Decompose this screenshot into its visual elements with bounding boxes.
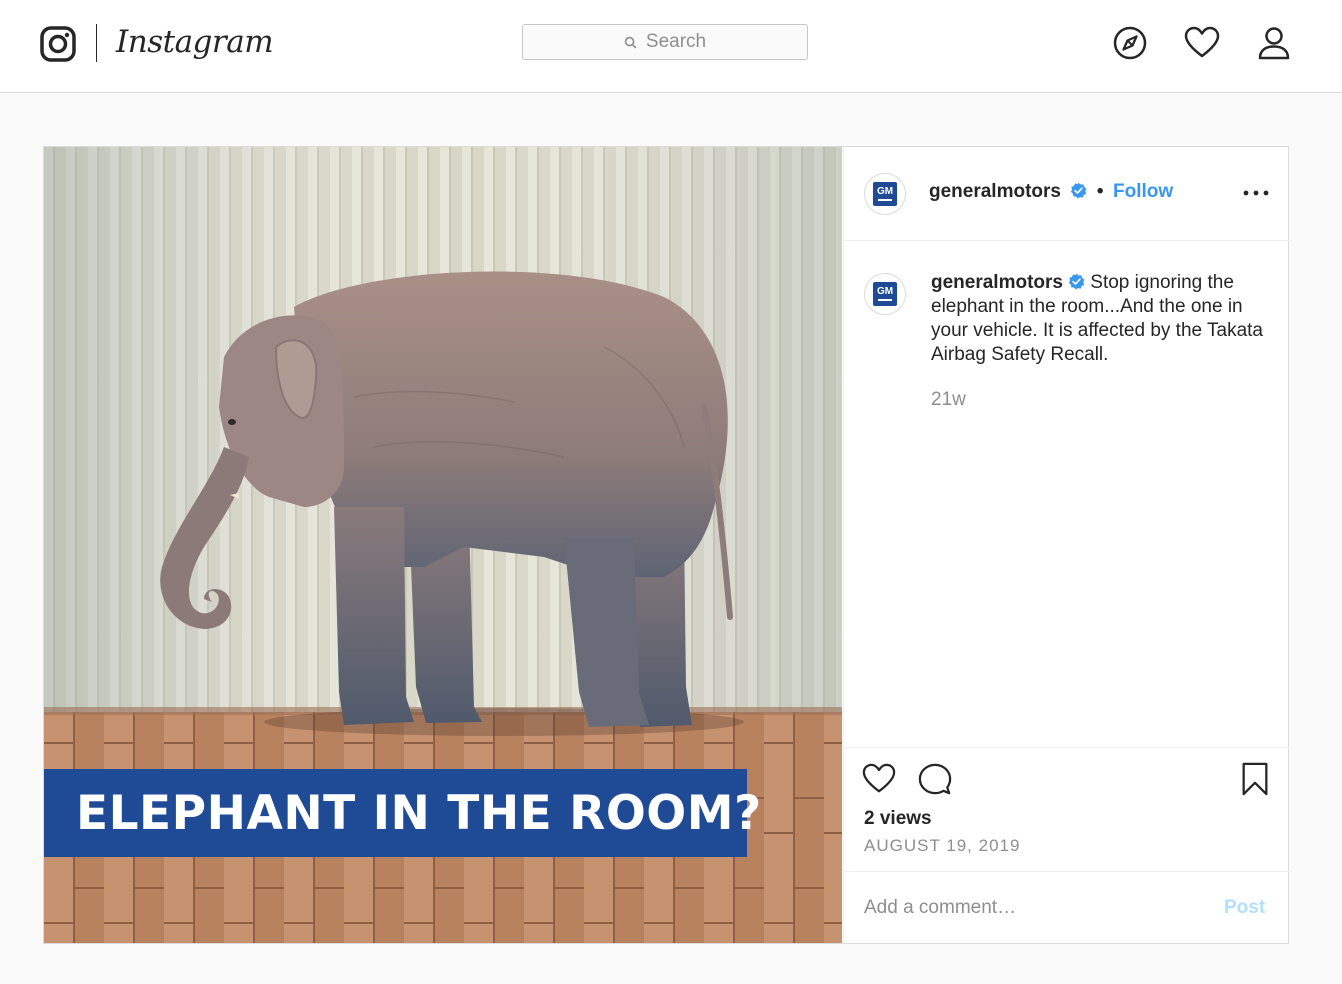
header-line: generalmotors • Follow (929, 181, 1173, 203)
logo-divider (96, 24, 97, 62)
comment-bar: Post (844, 871, 1289, 943)
profile-icon[interactable] (1256, 25, 1292, 61)
gm-logo-icon: GM (873, 182, 897, 206)
post-username[interactable]: generalmotors (929, 181, 1061, 202)
avatar-text: GM (876, 286, 894, 298)
avatar-text: GM (876, 186, 894, 198)
heart-icon[interactable] (1184, 25, 1220, 61)
post-card: ELEPHANT IN THE ROOM? GM generalmotors •… (43, 146, 1289, 944)
post-time-ago[interactable]: 21w (931, 389, 966, 411)
caption-username[interactable]: generalmotors (931, 272, 1063, 293)
bookmark-icon[interactable] (1238, 762, 1272, 796)
follow-button[interactable]: Follow (1113, 181, 1173, 202)
top-nav: Instagram Search (0, 0, 1342, 93)
like-heart-icon[interactable] (862, 762, 896, 796)
gm-logo-icon: GM (873, 282, 897, 306)
search-icon (624, 36, 637, 48)
post-caption: generalmotors Stop ignoring the elephant… (931, 271, 1276, 367)
verified-badge-icon (1071, 182, 1087, 199)
view-count[interactable]: 2 views (864, 808, 932, 830)
avatar[interactable]: GM (864, 173, 906, 215)
post-date: AUGUST 19, 2019 (864, 836, 1021, 855)
header-separator: • (1096, 181, 1104, 202)
post-header: GM generalmotors • Follow (844, 147, 1289, 241)
comment-input[interactable] (864, 890, 1194, 926)
compass-icon[interactable] (1112, 25, 1148, 61)
caption-avatar[interactable]: GM (864, 273, 906, 315)
banner-text: ELEPHANT IN THE ROOM? (76, 785, 762, 841)
post-actions: 2 views AUGUST 19, 2019 (844, 747, 1289, 871)
post-sidebar: GM generalmotors • Follow GM generalmoto… (843, 147, 1289, 943)
verified-badge-icon (1068, 273, 1085, 290)
comment-bubble-icon[interactable] (918, 762, 952, 796)
search-placeholder: Search (645, 31, 707, 52)
media-banner: ELEPHANT IN THE ROOM? (44, 769, 761, 857)
post-comment-button[interactable]: Post (1224, 897, 1265, 919)
search-input[interactable]: Search (522, 24, 808, 60)
more-options-icon[interactable] (1242, 183, 1270, 203)
instagram-wordmark[interactable]: Instagram (116, 20, 274, 64)
post-media[interactable]: ELEPHANT IN THE ROOM? (44, 147, 842, 943)
instagram-camera-icon[interactable] (40, 26, 76, 62)
